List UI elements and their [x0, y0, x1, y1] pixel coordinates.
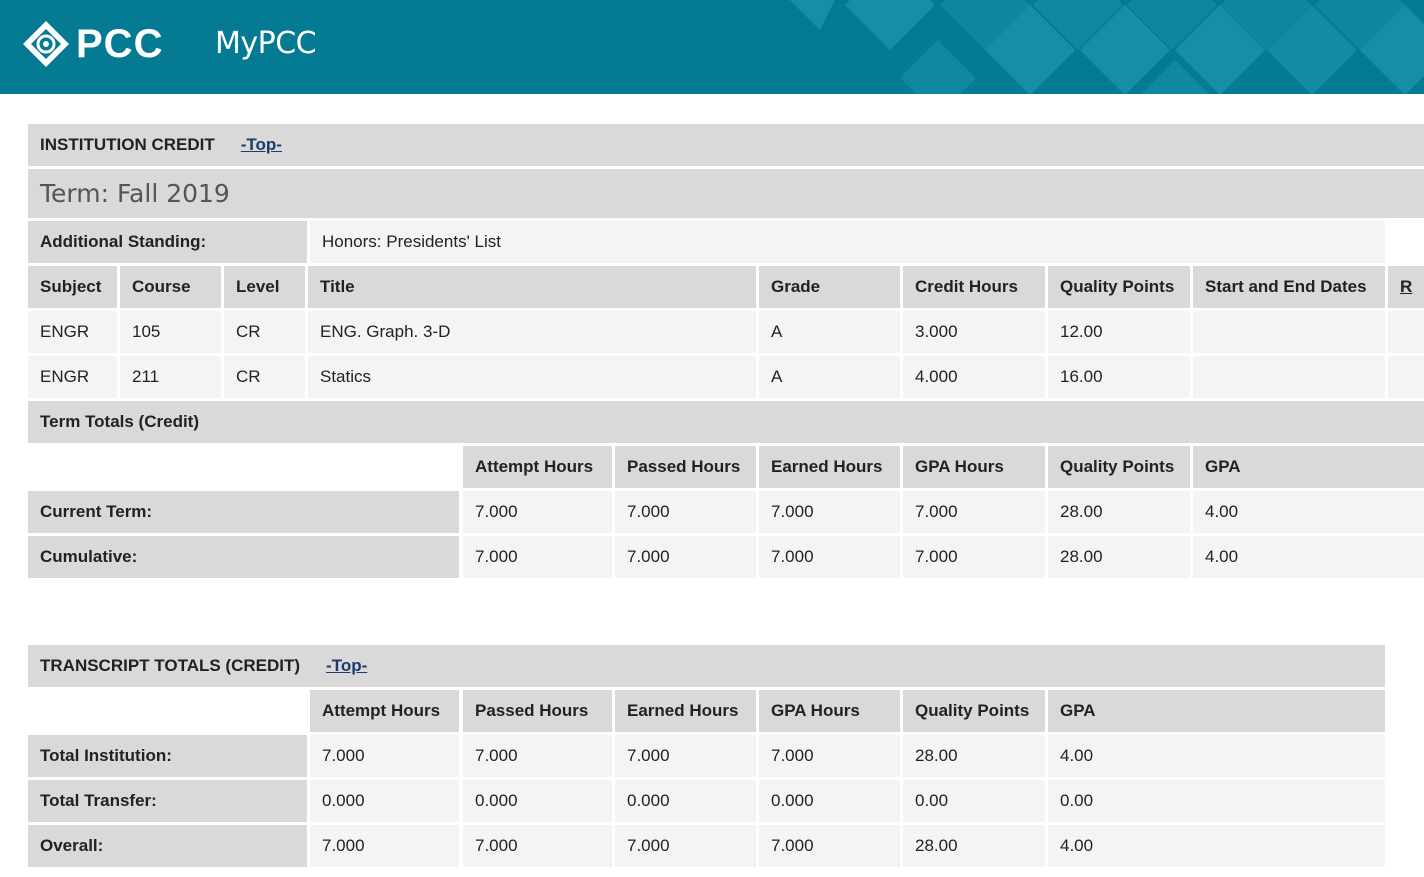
col-quality-points: Quality Points [903, 690, 1045, 732]
transcript-blank [28, 690, 307, 732]
col-gpa-hours: GPA Hours [903, 446, 1045, 488]
col-gpa: GPA [1048, 690, 1385, 732]
header-diamond-pattern [790, 0, 1424, 94]
course-grade: A [759, 356, 900, 398]
transcript-attempt-hours: 7.000 [310, 825, 459, 867]
totals-earned-hours: 7.000 [759, 536, 900, 578]
section-title: INSTITUTION CREDIT [40, 135, 215, 154]
standing-label: Additional Standing: [28, 221, 307, 263]
col-gpa: GPA [1193, 446, 1424, 488]
col-earned-hours: Earned Hours [615, 690, 756, 732]
course-number: 105 [120, 311, 221, 353]
totals-attempt-hours: 7.000 [463, 536, 612, 578]
col-quality-points: Quality Points [1048, 266, 1190, 308]
course-title: Statics [308, 356, 756, 398]
transcript-gpa-hours: 7.000 [759, 735, 900, 777]
totals-gpa: 4.00 [1193, 491, 1424, 533]
transcript-gpa-hours: 7.000 [759, 825, 900, 867]
col-start-end-dates: Start and End Dates [1193, 266, 1385, 308]
totals-quality-points: 28.00 [1048, 536, 1190, 578]
course-number: 211 [120, 356, 221, 398]
totals-gpa-hours: 7.000 [903, 491, 1045, 533]
totals-gpa-hours: 7.000 [903, 536, 1045, 578]
course-subject: ENGR [28, 311, 117, 353]
totals-passed-hours: 7.000 [615, 491, 756, 533]
course-grade: A [759, 311, 900, 353]
course-dates [1193, 311, 1385, 353]
totals-quality-points: 28.00 [1048, 491, 1190, 533]
top-link[interactable]: -Top- [241, 135, 282, 155]
transcript-attempt-hours: 7.000 [310, 735, 459, 777]
totals-earned-hours: 7.000 [759, 491, 900, 533]
col-credit-hours: Credit Hours [903, 266, 1045, 308]
app-header: PCC MyPCC [0, 0, 1424, 94]
col-passed-hours: Passed Hours [463, 690, 612, 732]
transcript-row-label: Total Transfer: [28, 780, 307, 822]
col-subject: Subject [28, 266, 117, 308]
transcript-passed-hours: 0.000 [463, 780, 612, 822]
transcript-gpa: 4.00 [1048, 735, 1385, 777]
transcript-gpa: 0.00 [1048, 780, 1385, 822]
logo-text: PCC [76, 22, 164, 66]
course-quality-points: 16.00 [1048, 356, 1190, 398]
transcript-passed-hours: 7.000 [463, 735, 612, 777]
col-attempt-hours: Attempt Hours [463, 446, 612, 488]
transcript-earned-hours: 7.000 [615, 735, 756, 777]
course-title: ENG. Graph. 3-D [308, 311, 756, 353]
col-course: Course [120, 266, 221, 308]
term-header: Term: Fall 2019 [28, 169, 1424, 218]
totals-passed-hours: 7.000 [615, 536, 756, 578]
course-subject: ENGR [28, 356, 117, 398]
transcript-earned-hours: 0.000 [615, 780, 756, 822]
course-dates [1193, 356, 1385, 398]
col-quality-points: Quality Points [1048, 446, 1190, 488]
course-level: CR [224, 356, 305, 398]
transcript-passed-hours: 7.000 [463, 825, 612, 867]
top-link[interactable]: -Top- [326, 656, 367, 676]
course-level: CR [224, 311, 305, 353]
transcript-row-label: Overall: [28, 825, 307, 867]
col-title: Title [308, 266, 756, 308]
standing-value: Honors: Presidents' List [310, 221, 1385, 263]
col-grade: Grade [759, 266, 900, 308]
totals-gpa: 4.00 [1193, 536, 1424, 578]
transcript-totals-header: TRANSCRIPT TOTALS (CREDIT) -Top- [28, 645, 1385, 687]
app-title: MyPCC [215, 26, 317, 61]
totals-attempt-hours: 7.000 [463, 491, 612, 533]
totals-row-label: Current Term: [28, 491, 459, 533]
institution-credit-header: INSTITUTION CREDIT -Top- [28, 124, 1424, 166]
col-level: Level [224, 266, 305, 308]
course-credit-hours: 3.000 [903, 311, 1045, 353]
col-earned-hours: Earned Hours [759, 446, 900, 488]
pcc-logo[interactable]: PCC [22, 19, 163, 69]
course-credit-hours: 4.000 [903, 356, 1045, 398]
course-r [1388, 356, 1424, 398]
totals-row-label: Cumulative: [28, 536, 459, 578]
transcript-quality-points: 0.00 [903, 780, 1045, 822]
col-gpa-hours: GPA Hours [759, 690, 900, 732]
section-title: TRANSCRIPT TOTALS (CREDIT) [40, 656, 301, 675]
course-quality-points: 12.00 [1048, 311, 1190, 353]
transcript-quality-points: 28.00 [903, 825, 1045, 867]
transcript-gpa: 4.00 [1048, 825, 1385, 867]
col-r: R [1388, 266, 1424, 308]
pcc-swirl-diamond-icon [23, 21, 69, 67]
course-r [1388, 311, 1424, 353]
col-attempt-hours: Attempt Hours [310, 690, 459, 732]
term-totals-blank [28, 446, 459, 488]
term-title: Term: Fall 2019 [40, 179, 230, 208]
transcript-row-label: Total Institution: [28, 735, 307, 777]
transcript-earned-hours: 7.000 [615, 825, 756, 867]
term-totals-title: Term Totals (Credit) [28, 401, 1424, 443]
transcript-gpa-hours: 0.000 [759, 780, 900, 822]
transcript-quality-points: 28.00 [903, 735, 1045, 777]
transcript-attempt-hours: 0.000 [310, 780, 459, 822]
col-r-label[interactable]: R [1400, 277, 1412, 297]
col-passed-hours: Passed Hours [615, 446, 756, 488]
